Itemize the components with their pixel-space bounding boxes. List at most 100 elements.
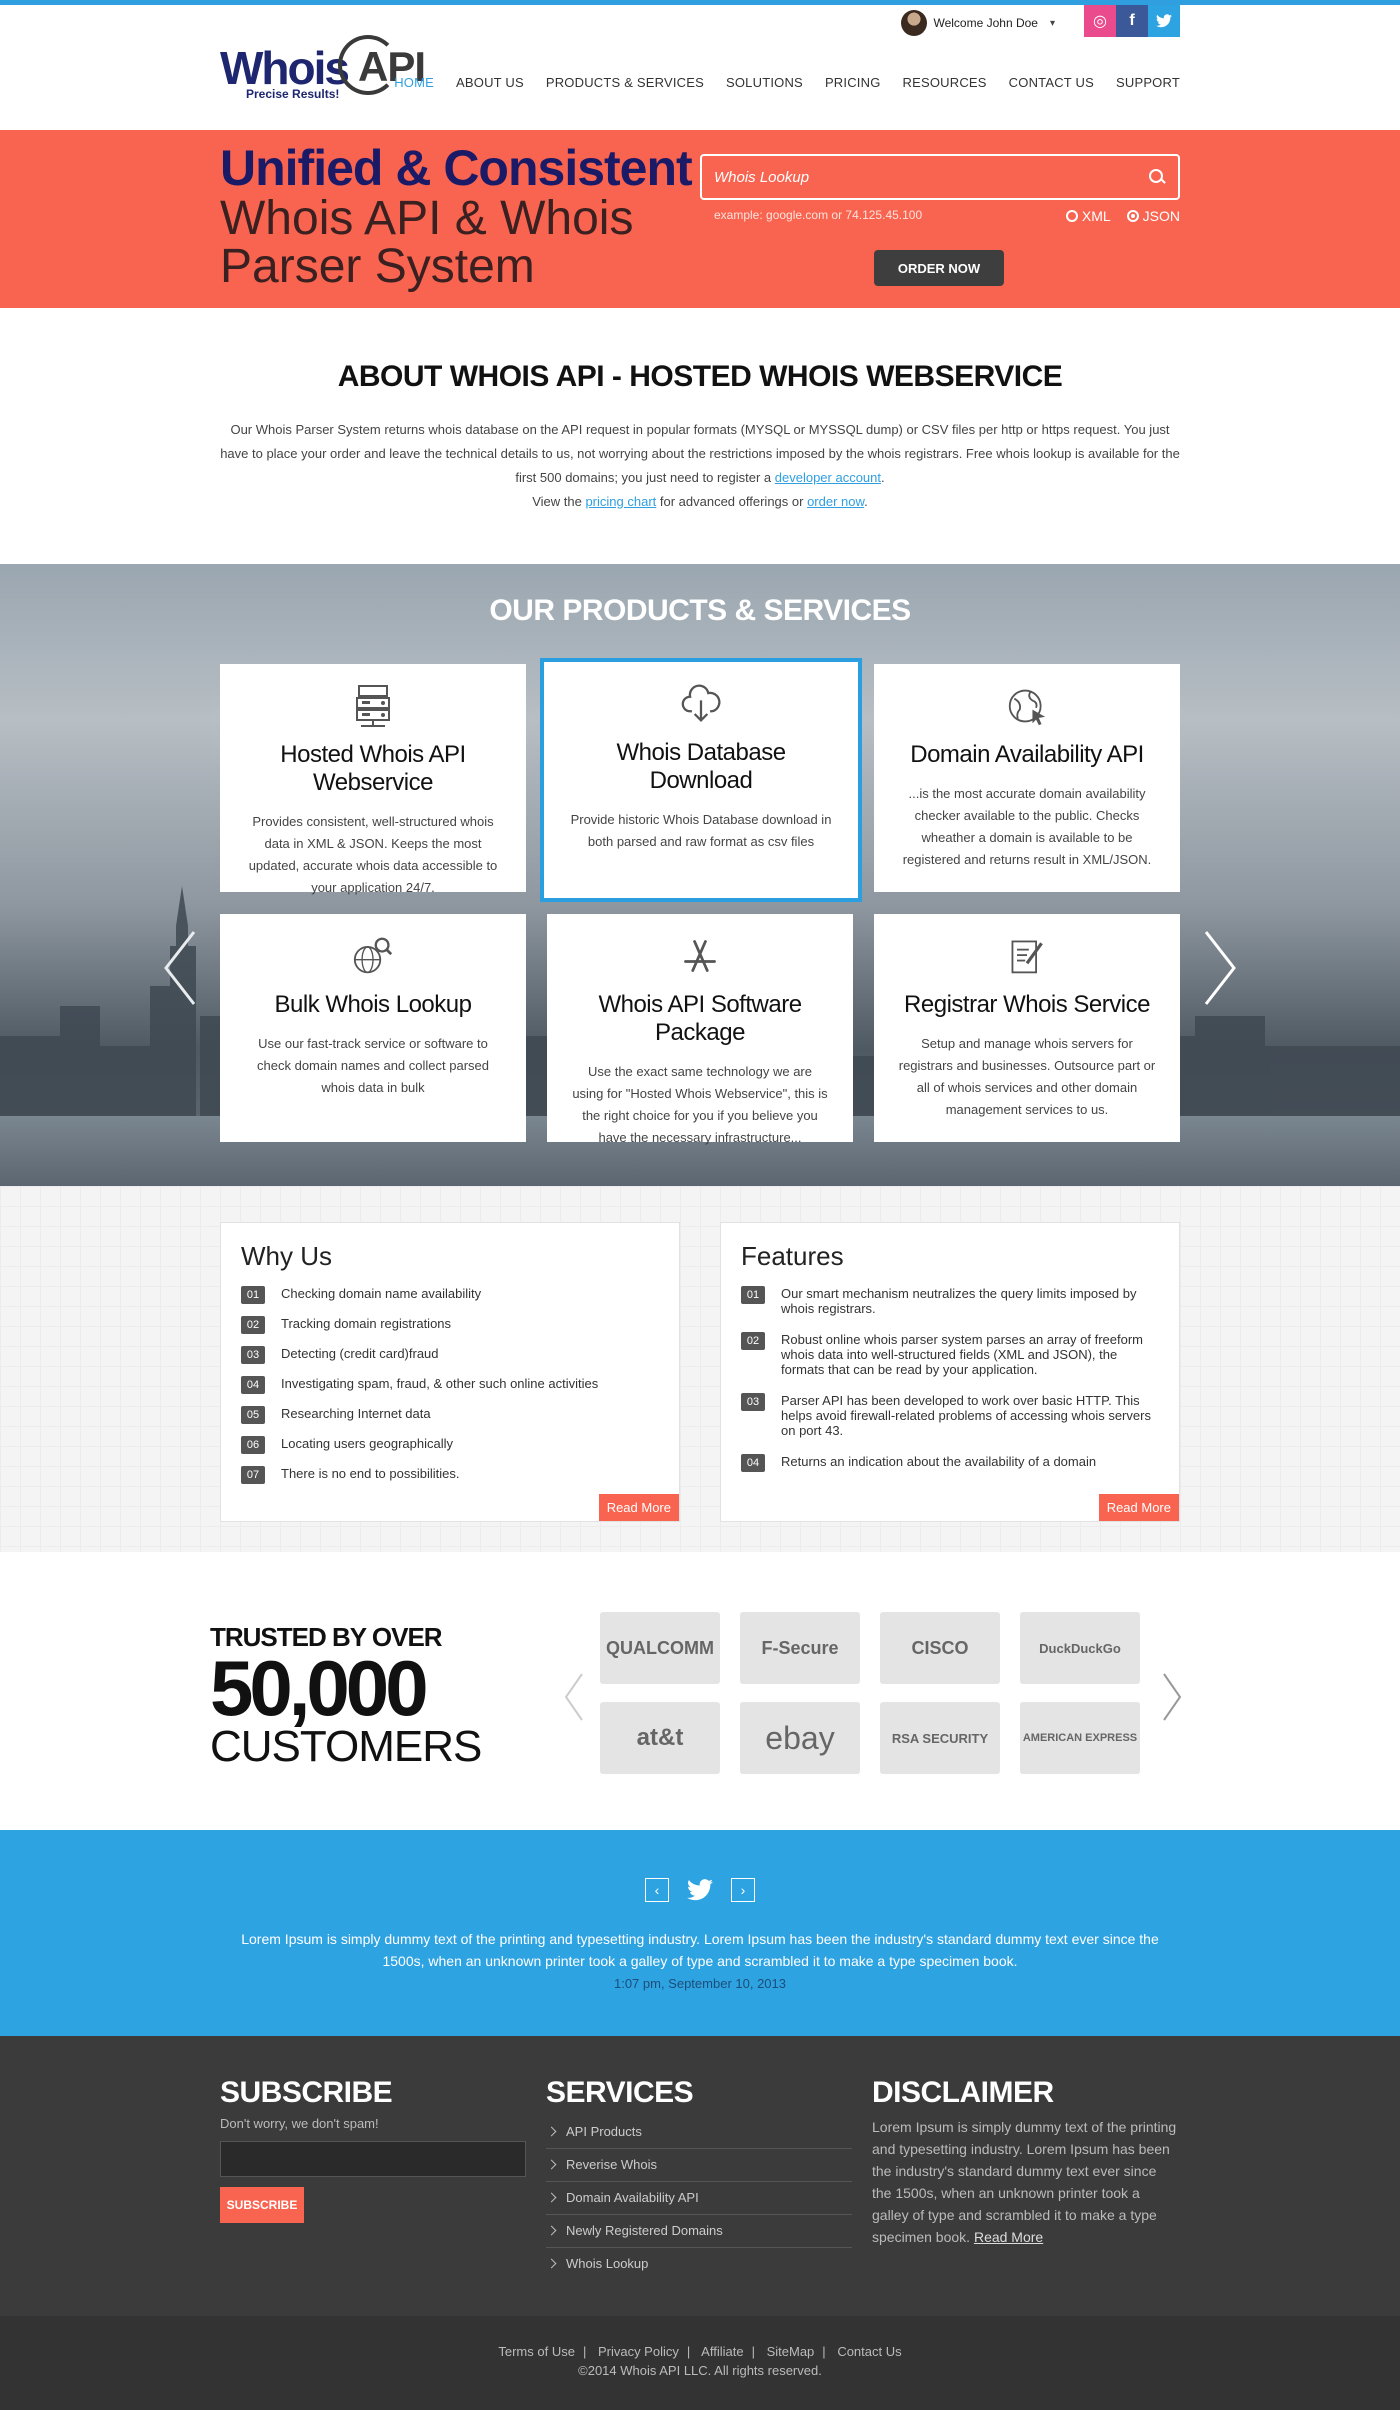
- product-desc: Provide historic Whois Database download…: [570, 812, 832, 849]
- user-menu[interactable]: Welcome John Doe ▾: [901, 9, 1055, 37]
- order-now-link[interactable]: order now: [807, 494, 864, 509]
- item-text: Researching Internet data: [281, 1406, 431, 1421]
- trusted-text: TRUSTED BY OVER 50,000 CUSTOMERS: [210, 1622, 482, 1772]
- disclaimer-column: DISCLAIMER Lorem Ipsum is simply dummy t…: [872, 2076, 1178, 2248]
- item-text: Locating users geographically: [281, 1436, 453, 1451]
- whois-search-input[interactable]: [714, 168, 1114, 186]
- logo-tagline: Precise Results!: [246, 87, 340, 101]
- whois-lookup-form: example: google.com or 74.125.45.100 XML…: [700, 154, 1180, 286]
- subscribe-email-input[interactable]: [220, 2141, 526, 2177]
- item-text: Robust online whois parser system parses…: [781, 1332, 1143, 1377]
- globe-cursor-icon: [1008, 689, 1046, 726]
- carousel-prev-arrow-icon[interactable]: [160, 928, 200, 1008]
- disclaimer-body: Lorem Ipsum is simply dummy text of the …: [872, 2119, 1177, 2245]
- product-card-bulk-lookup[interactable]: Bulk Whois Lookup Use our fast-track ser…: [220, 914, 526, 1142]
- logos-prev-arrow-icon[interactable]: [562, 1672, 586, 1722]
- list-item: 07 There is no end to possibilities.: [241, 1466, 659, 1484]
- twitter-icon[interactable]: [1148, 5, 1180, 37]
- f-secure-logo: F-Secure: [740, 1612, 860, 1684]
- disclaimer-read-more-link[interactable]: Read More: [974, 2229, 1043, 2245]
- hero-headline: Unified & Consistent Whois API & Whois P…: [220, 140, 693, 291]
- user-greeting: Welcome John Doe: [933, 16, 1038, 30]
- hero-title: Unified & Consistent: [220, 140, 693, 196]
- terms-link[interactable]: Terms of Use: [498, 2344, 575, 2359]
- tweet-next-icon[interactable]: ›: [731, 1878, 755, 1902]
- carousel-next-arrow-icon[interactable]: [1200, 928, 1240, 1008]
- dribbble-icon[interactable]: ◎: [1084, 5, 1116, 37]
- logos-next-arrow-icon[interactable]: [1160, 1672, 1184, 1722]
- nav-solutions[interactable]: SOLUTIONS: [726, 75, 803, 90]
- item-number: 04: [241, 1376, 265, 1394]
- trusted-line3: CUSTOMERS: [210, 1722, 482, 1772]
- why-us-read-more-button[interactable]: Read More: [598, 1494, 679, 1521]
- footer-link-newly-registered[interactable]: Newly Registered Domains: [546, 2215, 852, 2248]
- item-number: 02: [241, 1316, 265, 1334]
- disclaimer-text: Lorem Ipsum is simply dummy text of the …: [872, 2116, 1178, 2248]
- copyright: ©2014 Whois API LLC. All rights reserved…: [578, 2363, 822, 2378]
- features-read-more-button[interactable]: Read More: [1098, 1494, 1179, 1521]
- search-icon[interactable]: [1148, 168, 1166, 186]
- product-title: Hosted Whois API Webservice: [280, 741, 466, 796]
- trusted-count: 50,000: [210, 1644, 429, 1732]
- product-desc: Provides consistent, well-structured who…: [248, 814, 498, 895]
- product-title: Whois API Software Package: [598, 991, 802, 1046]
- about-text-part4: for advanced offerings or: [656, 494, 808, 509]
- amex-logo: AMERICAN EXPRESS: [1020, 1702, 1140, 1774]
- trusted-customers-section: TRUSTED BY OVER 50,000 CUSTOMERS QUALCOM…: [0, 1552, 1400, 1830]
- item-text: Detecting (credit card)fraud: [281, 1346, 439, 1361]
- footer-link-domain-availability[interactable]: Domain Availability API: [546, 2182, 852, 2215]
- about-text-part5: .: [864, 494, 868, 509]
- footer-bottom-links: Terms of Use | Privacy Policy | Affiliate |…: [498, 2344, 902, 2359]
- nav-products-services[interactable]: PRODUCTS & SERVICES: [546, 75, 704, 90]
- about-text-part3: View the: [532, 494, 586, 509]
- privacy-link[interactable]: Privacy Policy: [598, 2344, 679, 2359]
- att-logo: at&t: [600, 1702, 720, 1774]
- order-now-button[interactable]: ORDER NOW: [874, 250, 1004, 286]
- pricing-chart-link[interactable]: pricing chart: [585, 494, 656, 509]
- item-text: Tracking domain registrations: [281, 1316, 452, 1331]
- subscribe-button[interactable]: SUBSCRIBE: [220, 2187, 304, 2223]
- footer-link-api-products[interactable]: API Products: [546, 2116, 852, 2149]
- nav-pricing[interactable]: PRICING: [825, 75, 881, 90]
- item-text: There is no end to possibilities.: [281, 1466, 460, 1481]
- format-xml-radio[interactable]: XML: [1065, 208, 1111, 224]
- product-card-software-package[interactable]: Whois API Software Package Use the exact…: [547, 914, 853, 1145]
- ebay-logo: ebay: [740, 1702, 860, 1774]
- list-item: 06 Locating users geographically: [241, 1436, 659, 1454]
- search-meta: example: google.com or 74.125.45.100 XML…: [700, 208, 1180, 224]
- contact-link[interactable]: Contact Us: [837, 2344, 901, 2359]
- subscribe-column: SUBSCRIBE Don't worry, we don't spam! SU…: [220, 2076, 526, 2223]
- product-desc: ...is the most accurate domain availabil…: [902, 786, 1152, 867]
- product-card-domain-availability[interactable]: Domain Availability API ...is the most a…: [874, 664, 1180, 892]
- affiliate-link[interactable]: Affiliate: [701, 2344, 743, 2359]
- list-item: 05 Researching Internet data: [241, 1406, 659, 1424]
- product-card-hosted-api[interactable]: Hosted Whois API Webservice Provides con…: [220, 664, 526, 895]
- hero-banner: Unified & Consistent Whois API & Whois P…: [0, 130, 1400, 308]
- why-us-features-section: Why Us 01 Checking domain name availabili…: [0, 1186, 1400, 1552]
- features-heading: Features: [741, 1241, 844, 1271]
- tweet-prev-icon[interactable]: ‹: [645, 1878, 669, 1902]
- hero-subtitle-line1: Whois API & Whois: [220, 191, 634, 245]
- sitemap-link[interactable]: SiteMap: [767, 2344, 815, 2359]
- nav-support[interactable]: SUPPORT: [1116, 75, 1180, 90]
- services-heading: SERVICES: [546, 2076, 694, 2109]
- customer-logos-grid: QUALCOMM F-Secure CISCO DuckDuckGo at&t …: [600, 1612, 1160, 1774]
- nav-about-us[interactable]: ABOUT US: [456, 75, 524, 90]
- nav-home[interactable]: HOME: [394, 75, 434, 90]
- site-header: Whois API Precise Results! Welcome John …: [0, 5, 1400, 130]
- developer-account-link[interactable]: developer account: [775, 470, 881, 485]
- footer-link-reverse-whois[interactable]: Reverise Whois: [546, 2149, 852, 2182]
- product-card-database-download[interactable]: Whois Database Download Provide historic…: [540, 658, 862, 902]
- format-json-radio[interactable]: JSON: [1126, 208, 1180, 224]
- products-heading: OUR PRODUCTS & SERVICES: [489, 594, 911, 627]
- nav-contact-us[interactable]: CONTACT US: [1009, 75, 1094, 90]
- server-icon: [356, 685, 390, 727]
- nav-resources[interactable]: RESOURCES: [903, 75, 987, 90]
- subscribe-heading: SUBSCRIBE: [220, 2076, 393, 2109]
- facebook-icon[interactable]: f: [1116, 5, 1148, 37]
- why-us-panel: Why Us 01 Checking domain name availabili…: [220, 1222, 680, 1522]
- tweet-text: Lorem Ipsum is simply dummy text of the …: [241, 1931, 1159, 1969]
- product-card-registrar-service[interactable]: Registrar Whois Service Setup and manage…: [874, 914, 1180, 1142]
- features-panel: Features 01 Our smart mechanism neutraliz…: [720, 1222, 1180, 1522]
- footer-link-whois-lookup[interactable]: Whois Lookup: [546, 2248, 852, 2280]
